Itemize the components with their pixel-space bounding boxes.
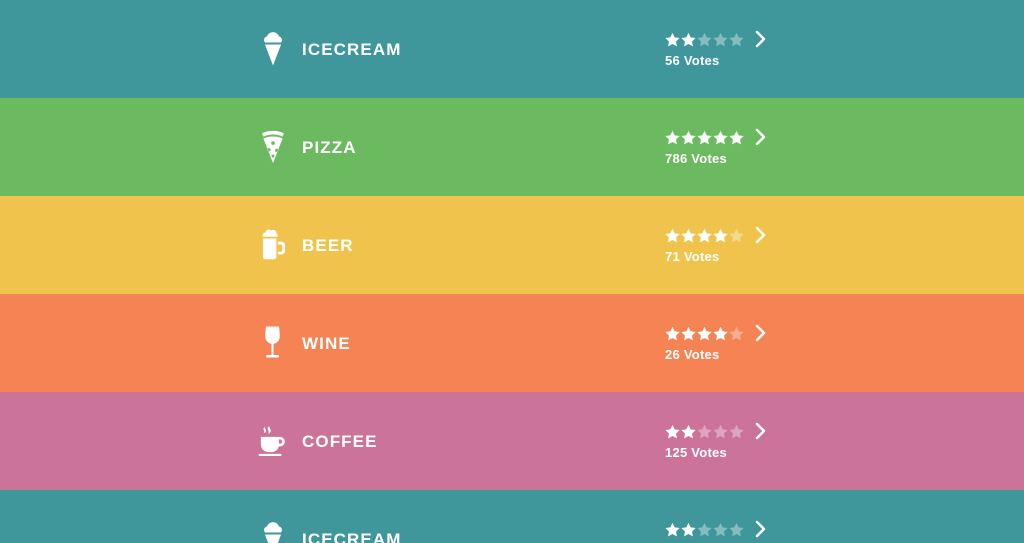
star-icon[interactable] bbox=[697, 424, 712, 439]
star-rating[interactable] bbox=[665, 32, 744, 47]
item-identity: PIZZA bbox=[258, 98, 357, 196]
vote-count: 71 Votes bbox=[665, 249, 720, 264]
item-label: BEER bbox=[302, 235, 354, 255]
list-item-content: COFFEE 125 Votes bbox=[0, 392, 1024, 490]
vote-count: 56 Votes bbox=[665, 53, 720, 68]
vote-count: 125 Votes bbox=[665, 445, 727, 460]
star-rating[interactable] bbox=[665, 424, 744, 439]
rating-list: ICECREAM 56 Votes PIZZA 786 Votes BEER 71 Vot… bbox=[0, 0, 1024, 543]
star-icon[interactable] bbox=[681, 32, 696, 47]
item-identity: BEER bbox=[258, 196, 354, 294]
star-icon[interactable] bbox=[697, 130, 712, 145]
star-icon[interactable] bbox=[665, 130, 680, 145]
star-icon[interactable] bbox=[681, 228, 696, 243]
list-item-content: PIZZA 786 Votes bbox=[0, 98, 1024, 196]
rating-block: 786 Votes bbox=[665, 98, 766, 196]
star-icon[interactable] bbox=[665, 522, 680, 537]
stars-line bbox=[665, 226, 766, 244]
item-identity: WINE bbox=[258, 294, 351, 392]
star-icon[interactable] bbox=[665, 228, 680, 243]
item-label: ICECREAM bbox=[302, 529, 402, 543]
icecream-icon bbox=[258, 520, 288, 543]
list-item[interactable]: WINE 26 Votes bbox=[0, 294, 1024, 392]
star-icon[interactable] bbox=[681, 326, 696, 341]
star-icon[interactable] bbox=[665, 424, 680, 439]
rating-block: 125 Votes bbox=[665, 392, 766, 490]
chevron-right-icon[interactable] bbox=[755, 324, 766, 342]
star-rating[interactable] bbox=[665, 228, 744, 243]
rating-block: 26 Votes bbox=[665, 294, 766, 392]
star-icon[interactable] bbox=[729, 424, 744, 439]
star-icon[interactable] bbox=[713, 228, 728, 243]
vote-count: 26 Votes bbox=[665, 347, 720, 362]
list-item-content: WINE 26 Votes bbox=[0, 294, 1024, 392]
coffee-icon bbox=[258, 422, 288, 460]
star-icon[interactable] bbox=[713, 326, 728, 341]
star-icon[interactable] bbox=[729, 32, 744, 47]
list-item-content: BEER 71 Votes bbox=[0, 196, 1024, 294]
item-identity: COFFEE bbox=[258, 392, 378, 490]
star-icon[interactable] bbox=[697, 32, 712, 47]
item-label: ICECREAM bbox=[302, 39, 402, 59]
pizza-icon bbox=[258, 128, 288, 166]
star-icon[interactable] bbox=[713, 522, 728, 537]
list-item-content: ICECREAM 56 Votes bbox=[0, 0, 1024, 98]
stars-line bbox=[665, 422, 766, 440]
item-identity: ICECREAM bbox=[258, 0, 401, 98]
star-icon[interactable] bbox=[729, 228, 744, 243]
star-icon[interactable] bbox=[729, 522, 744, 537]
chevron-right-icon[interactable] bbox=[755, 226, 766, 244]
star-icon[interactable] bbox=[713, 424, 728, 439]
wine-icon bbox=[258, 324, 288, 362]
star-icon[interactable] bbox=[665, 326, 680, 341]
list-item[interactable]: ICECREAM 56 Votes bbox=[0, 0, 1024, 98]
chevron-right-icon[interactable] bbox=[755, 30, 766, 48]
star-rating[interactable] bbox=[665, 522, 744, 537]
item-identity: ICECREAM bbox=[258, 490, 401, 543]
rating-block: 56 Votes bbox=[665, 490, 766, 543]
chevron-right-icon[interactable] bbox=[755, 422, 766, 440]
rating-block: 71 Votes bbox=[665, 196, 766, 294]
icecream-icon bbox=[258, 30, 288, 68]
list-item[interactable]: ICECREAM 56 Votes bbox=[0, 490, 1024, 543]
list-item[interactable]: PIZZA 786 Votes bbox=[0, 98, 1024, 196]
star-icon[interactable] bbox=[713, 130, 728, 145]
star-icon[interactable] bbox=[697, 326, 712, 341]
stars-line bbox=[665, 30, 766, 48]
vote-count: 786 Votes bbox=[665, 151, 727, 166]
star-icon[interactable] bbox=[697, 522, 712, 537]
stars-line bbox=[665, 128, 766, 146]
beer-icon bbox=[258, 226, 288, 264]
rating-block: 56 Votes bbox=[665, 0, 766, 98]
star-rating[interactable] bbox=[665, 130, 744, 145]
star-icon[interactable] bbox=[681, 424, 696, 439]
chevron-right-icon[interactable] bbox=[755, 128, 766, 146]
list-item[interactable]: BEER 71 Votes bbox=[0, 196, 1024, 294]
star-icon[interactable] bbox=[681, 130, 696, 145]
star-icon[interactable] bbox=[729, 326, 744, 341]
stars-line bbox=[665, 520, 766, 538]
star-icon[interactable] bbox=[729, 130, 744, 145]
item-label: PIZZA bbox=[302, 137, 357, 157]
star-icon[interactable] bbox=[681, 522, 696, 537]
item-label: WINE bbox=[302, 333, 351, 353]
list-item[interactable]: COFFEE 125 Votes bbox=[0, 392, 1024, 490]
stars-line bbox=[665, 324, 766, 342]
star-rating[interactable] bbox=[665, 326, 744, 341]
star-icon[interactable] bbox=[665, 32, 680, 47]
star-icon[interactable] bbox=[697, 228, 712, 243]
star-icon[interactable] bbox=[713, 32, 728, 47]
item-label: COFFEE bbox=[302, 431, 378, 451]
list-item-content: ICECREAM 56 Votes bbox=[0, 490, 1024, 543]
chevron-right-icon[interactable] bbox=[755, 520, 766, 538]
